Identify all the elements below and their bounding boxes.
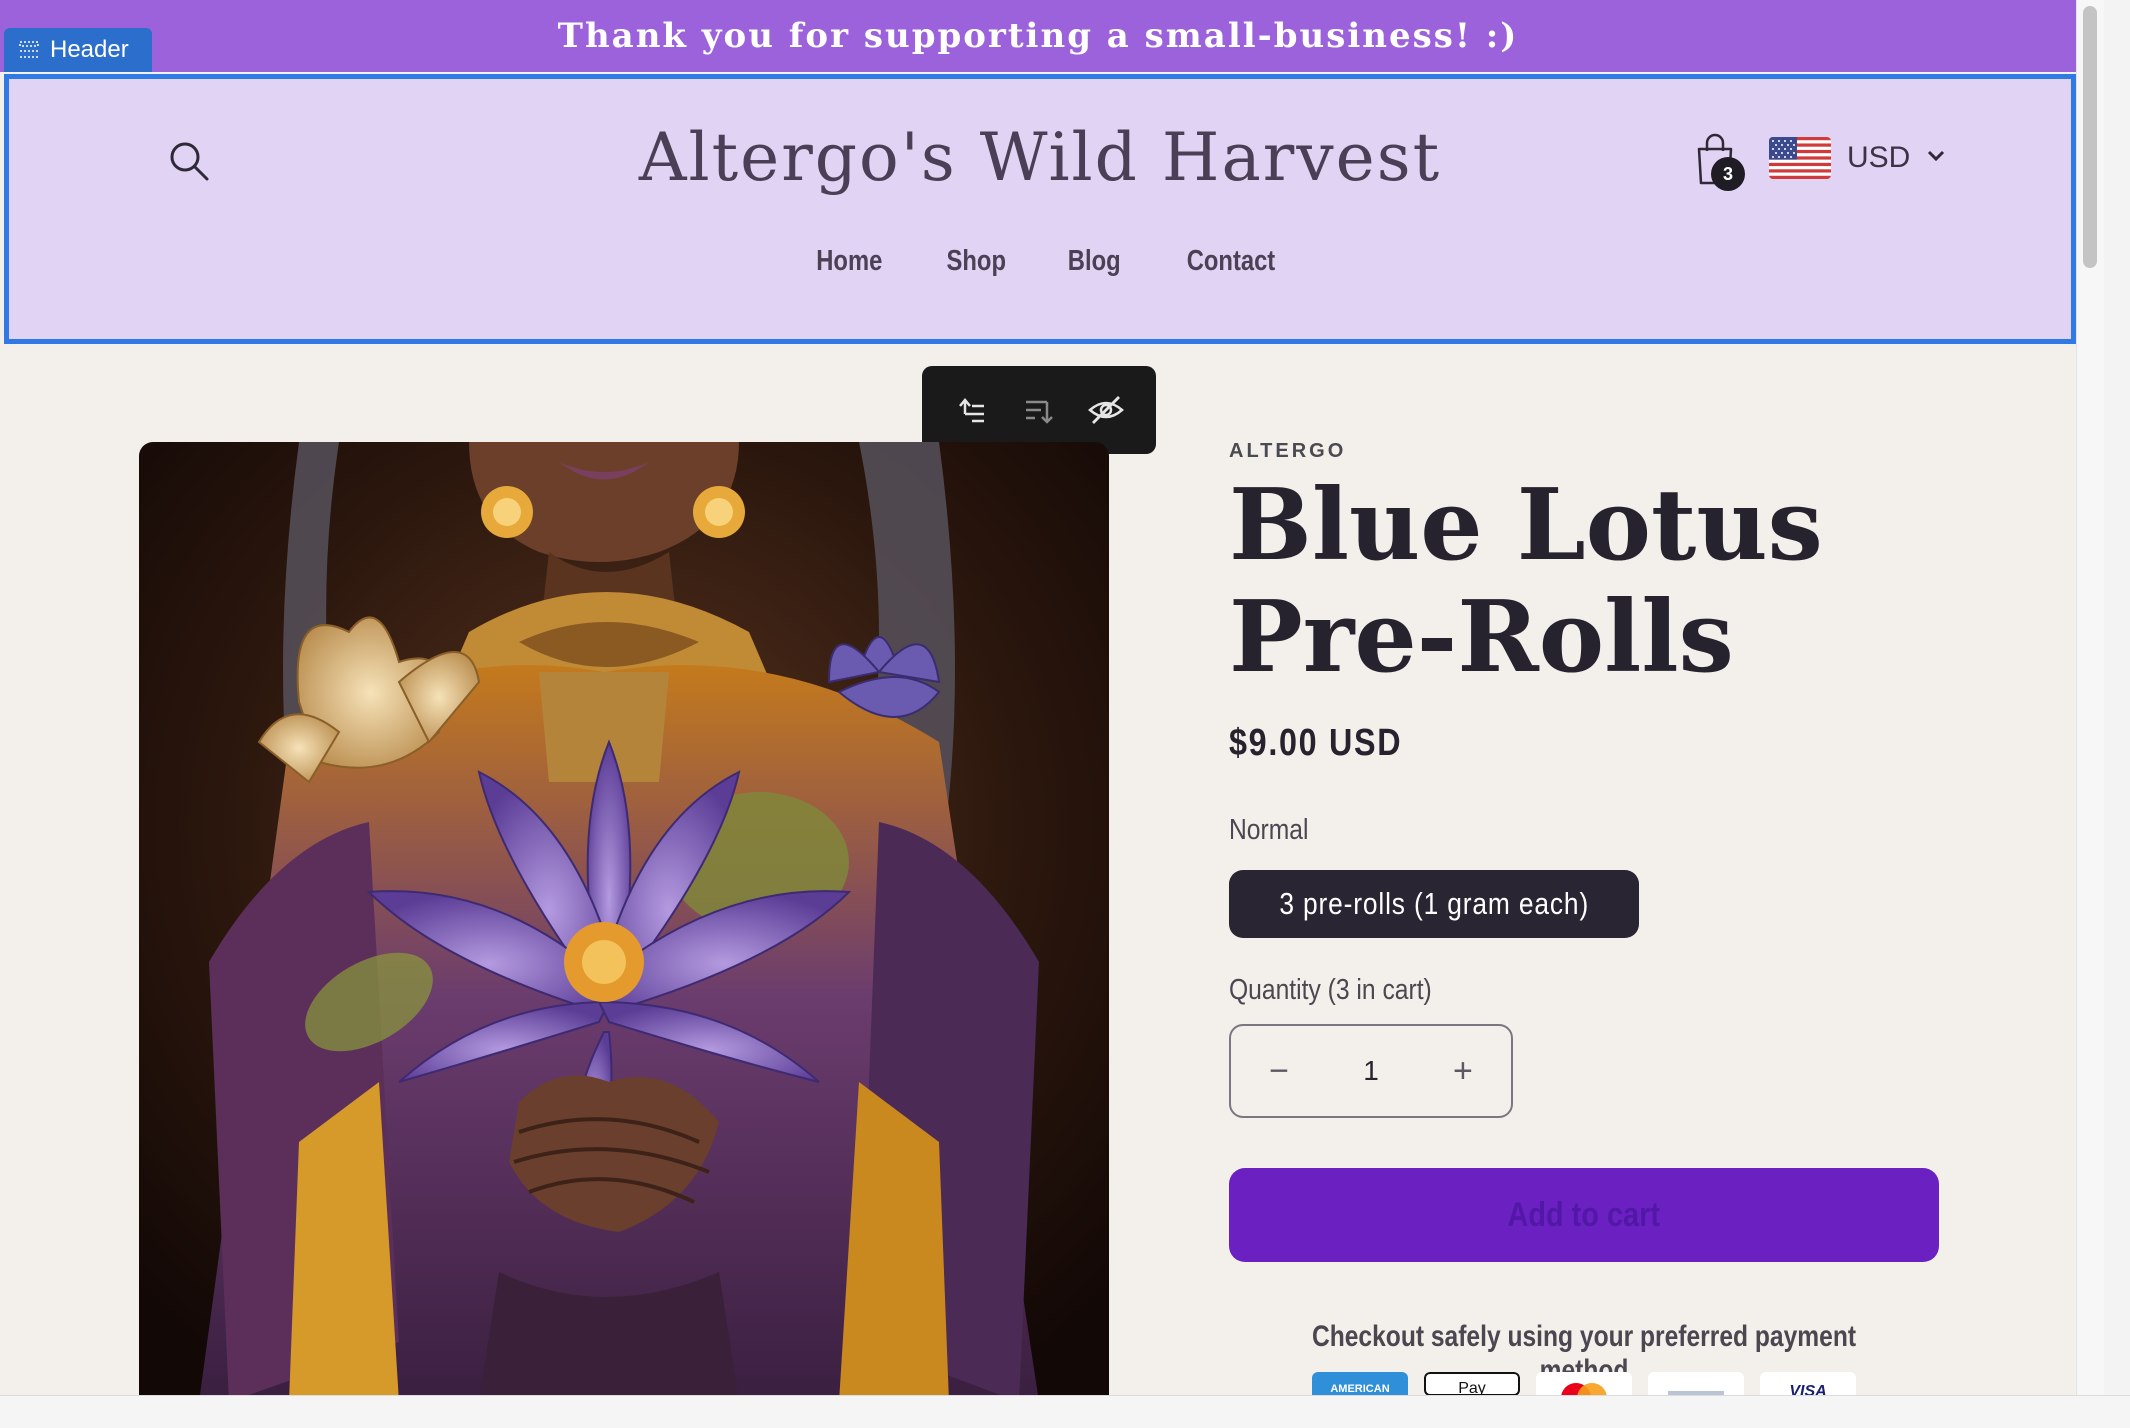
nav-shop[interactable]: Shop	[946, 245, 1005, 278]
header-section-icon	[19, 41, 39, 58]
cart-count-badge: 3	[1711, 157, 1745, 191]
chevron-down-icon	[1926, 149, 1946, 168]
product-title: Blue Lotus Pre-Rolls	[1229, 470, 1989, 694]
section-label-tag[interactable]: Header	[4, 28, 152, 72]
move-block-icon[interactable]	[1017, 388, 1061, 432]
announcement-bar: Thank you for supporting a small-busines…	[0, 0, 2076, 72]
paypal-icon	[1648, 1372, 1744, 1395]
quantity-input[interactable]: 1	[1363, 1055, 1379, 1087]
add-to-cart-label: Add to cart	[1507, 1195, 1661, 1234]
svg-text:VISA: VISA	[1789, 1383, 1826, 1395]
main-nav: Home Shop Blog Contact	[23, 245, 2071, 278]
announcement-text: Thank you for supporting a small-busines…	[557, 16, 1519, 56]
section-label-text: Header	[50, 36, 129, 63]
mastercard-icon	[1536, 1372, 1632, 1395]
site-title[interactable]: Altergo's Wild Harvest	[9, 119, 2071, 196]
quantity-stepper: − 1 +	[1229, 1024, 1513, 1118]
quantity-increase-button[interactable]: +	[1443, 1052, 1483, 1091]
scrollbar-thumb[interactable]	[2083, 6, 2097, 268]
product-price: $9.00 USD	[1229, 722, 1403, 764]
block-toolbar	[922, 366, 1156, 454]
quantity-decrease-button[interactable]: −	[1259, 1052, 1299, 1091]
nav-blog[interactable]: Blog	[1068, 245, 1121, 278]
svg-text:Pay: Pay	[1458, 1380, 1486, 1395]
currency-code: USD	[1847, 141, 1911, 174]
product-title-line-2: Pre-Rolls	[1229, 580, 1734, 695]
amex-icon: AMERICAN	[1312, 1372, 1408, 1395]
payment-icons: AMERICAN Pay VISA	[1312, 1372, 1856, 1395]
apple-pay-icon: Pay	[1424, 1372, 1520, 1395]
variant-option-label: 3 pre-rolls (1 gram each)	[1279, 886, 1589, 921]
add-to-cart-button[interactable]: Add to cart	[1229, 1168, 1939, 1262]
site-header[interactable]: Altergo's Wild Harvest Home Shop Blog Co…	[4, 74, 2076, 344]
nav-contact[interactable]: Contact	[1186, 245, 1275, 278]
nav-home[interactable]: Home	[817, 245, 883, 278]
currency-selector[interactable]: USD	[1769, 137, 1946, 179]
window-bottom-edge	[0, 1395, 2130, 1428]
product-title-line-1: Blue Lotus	[1229, 468, 1823, 583]
product-vendor: ALTERGO	[1229, 440, 1347, 462]
svg-text:AMERICAN: AMERICAN	[1330, 1383, 1389, 1395]
visa-icon: VISA	[1760, 1372, 1856, 1395]
select-parent-icon[interactable]	[950, 388, 994, 432]
us-flag-icon	[1769, 137, 1831, 179]
hide-block-icon[interactable]	[1084, 388, 1128, 432]
variant-label: Normal	[1229, 814, 1309, 846]
quantity-label: Quantity (3 in cart)	[1229, 974, 1432, 1006]
storefront-preview: Thank you for supporting a small-busines…	[0, 0, 2076, 1395]
variant-option-button[interactable]: 3 pre-rolls (1 gram each)	[1229, 870, 1639, 938]
product-image[interactable]	[139, 442, 1109, 1395]
